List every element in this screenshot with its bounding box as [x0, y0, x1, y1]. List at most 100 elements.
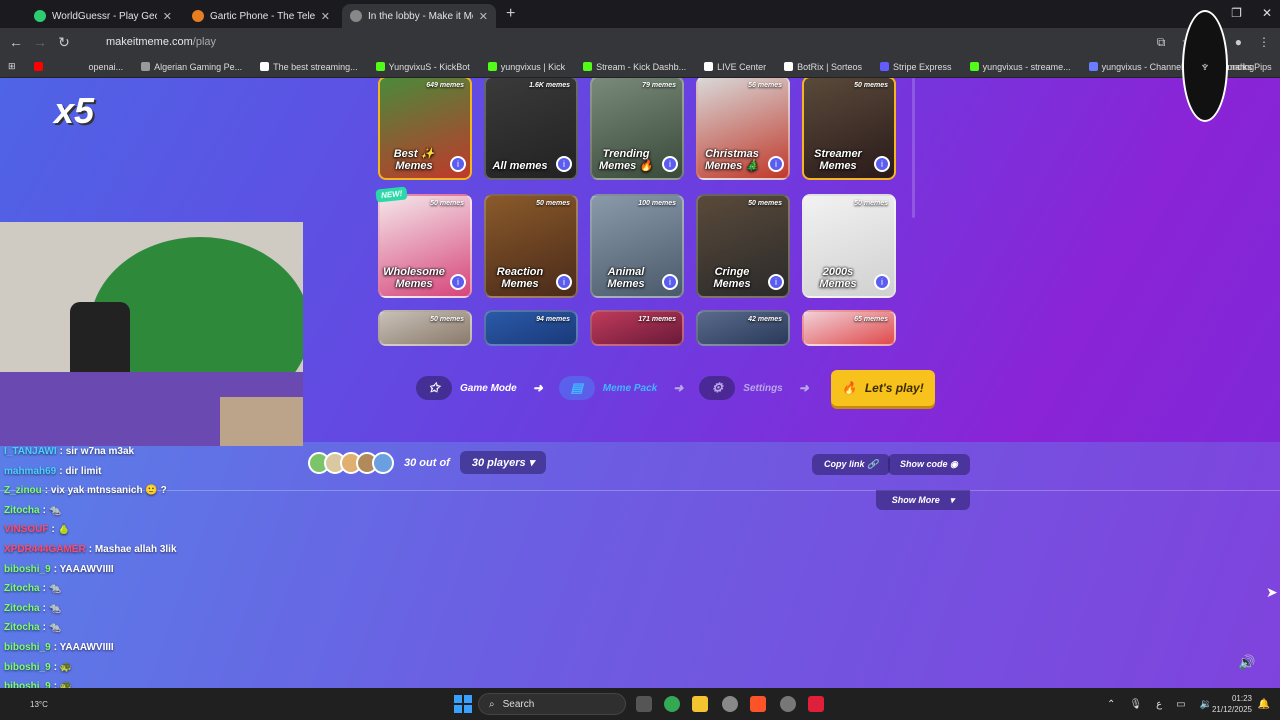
card-2000s-memes[interactable]: 50 memes 2000s Memes i [802, 194, 896, 298]
bookmark-openai[interactable]: openai... [89, 62, 124, 72]
windows-start-icon[interactable] [454, 695, 472, 713]
tab-gartic-phone[interactable]: Gartic Phone - The Telephone G ✕ [184, 4, 338, 28]
copy-link-button[interactable]: Copy link 🔗 [812, 454, 891, 475]
player-limit-select[interactable]: 30 players ▾ [459, 451, 547, 474]
info-icon[interactable]: i [450, 274, 466, 290]
tab-make-it-meme[interactable]: In the lobby - Make it Meme ✕ [342, 4, 496, 28]
chat-username[interactable]: XPDR444GAMER [4, 544, 86, 555]
close-tab-icon[interactable]: ✕ [321, 10, 330, 23]
video-player-icon[interactable] [808, 696, 824, 712]
youtube-bookmark-icon[interactable] [33, 62, 43, 71]
chat-text: YAAAWVIIII [59, 563, 114, 575]
card-best-memes[interactable]: 649 memes Best ✨ Memes i [378, 78, 472, 180]
card-all-memes[interactable]: 1.6K memes All memes i [484, 78, 578, 180]
info-icon[interactable]: i [662, 274, 678, 290]
forward-icon[interactable]: → [28, 34, 52, 50]
card-christmas-memes[interactable]: 56 memes Christmas Memes 🎄 i [696, 78, 790, 180]
close-tab-icon[interactable]: ✕ [163, 10, 172, 23]
date: 21/12/2025 [1211, 705, 1252, 714]
show-code-button[interactable]: Show code ◉ [888, 454, 970, 475]
chat-username[interactable]: Zitocha [4, 583, 40, 594]
chat-username[interactable]: Zitocha [4, 603, 40, 614]
microphone-icon[interactable]: 🎙 [1129, 699, 1142, 710]
bookmark-live-center[interactable]: LIVE Center [704, 62, 766, 72]
apps-grid-icon[interactable]: ⊞ [8, 61, 16, 72]
speaker-icon[interactable]: 🔊 [1238, 654, 1255, 671]
task-view-icon[interactable] [636, 696, 652, 712]
card-reaction-memes[interactable]: 50 memes Reaction Memes i [484, 194, 578, 298]
language-icon[interactable]: ع [1156, 699, 1162, 710]
info-icon[interactable]: i [874, 274, 890, 290]
app-icon[interactable] [780, 696, 796, 712]
info-icon[interactable]: i [556, 274, 572, 290]
bookmark-botrix[interactable]: BotRix | Sorteos [784, 62, 862, 72]
step-meme-pack[interactable]: ▤ Meme Pack [558, 376, 657, 400]
card-pack[interactable]: 50 memes [378, 310, 472, 346]
chat-username[interactable]: Zitocha [4, 622, 40, 633]
chat-username[interactable]: biboshi_9 [4, 642, 51, 653]
chevron-up-icon[interactable]: ⌃ [1107, 699, 1115, 710]
bookmark-channel[interactable]: yungvixus - Channel... [1088, 61, 1191, 72]
card-pack[interactable]: 42 memes [696, 310, 790, 346]
card-pack[interactable]: 171 memes [590, 310, 684, 346]
card-wholesome-memes[interactable]: 50 memes Wholesome Memes i [378, 194, 472, 298]
bookmark-algerian-gaming[interactable]: Algerian Gaming Pe... [141, 62, 242, 72]
tab-worldguessr[interactable]: WorldGuessr - Play Geoguessr ✕ [26, 4, 180, 28]
chat-username[interactable]: biboshi_9 [4, 564, 51, 575]
info-icon[interactable]: i [662, 156, 678, 172]
close-tab-icon[interactable]: ✕ [479, 10, 488, 23]
scrollbar[interactable] [912, 78, 915, 218]
notification-icon[interactable]: 🔔 [1258, 699, 1270, 710]
meme-pack-label: All memes [492, 160, 548, 172]
bookmark-label: yungvixus - Channel... [1101, 61, 1191, 72]
reload-icon[interactable]: ↻ [52, 34, 76, 51]
step-game-mode[interactable]: ✩ Game Mode [416, 376, 517, 400]
info-icon[interactable]: i [768, 156, 784, 172]
bookmark-kick[interactable]: yungvixus | Kick [487, 62, 565, 72]
app-icon[interactable] [722, 696, 738, 712]
chat-username[interactable]: biboshi_9 [4, 662, 51, 673]
maximize-icon[interactable]: ❐ [1231, 6, 1242, 20]
lets-play-button[interactable]: 🔥 Let's play! [830, 370, 935, 406]
info-icon[interactable]: i [556, 156, 572, 172]
card-trending-memes[interactable]: 79 memes Trending Memes 🔥 i [590, 78, 684, 180]
brave-icon[interactable] [750, 696, 766, 712]
volume-icon[interactable]: 🔉 [1200, 699, 1212, 710]
chat-username[interactable]: I_TANJAWI [4, 446, 57, 457]
info-icon[interactable]: i [450, 156, 466, 172]
new-tab-icon[interactable]: + [506, 5, 515, 23]
card-animal-memes[interactable]: 100 memes Animal Memes i [590, 194, 684, 298]
clock[interactable]: 01:23 21/12/2025 [1212, 693, 1252, 715]
back-icon[interactable]: ← [4, 34, 28, 50]
bookmark-kick-dashboard[interactable]: Stream - Kick Dashb... [583, 62, 686, 72]
chat-username[interactable]: VINSOUF [4, 524, 48, 535]
file-explorer-icon[interactable] [692, 696, 708, 712]
close-window-icon[interactable]: ✕ [1262, 6, 1272, 20]
card-pack[interactable]: 94 memes [484, 310, 578, 346]
taskbar-search[interactable]: ⌕ Search [478, 693, 626, 715]
bookmark-streaming[interactable]: The best streaming... [260, 62, 358, 72]
chat-username[interactable]: Zitocha [4, 505, 40, 516]
bookmark-stripe[interactable]: Stripe Express [880, 62, 952, 72]
chat-username[interactable]: mahmah69 [4, 466, 56, 477]
tab-title: WorldGuessr - Play Geoguessr [52, 10, 157, 22]
install-app-icon[interactable]: ⧉ [1157, 35, 1166, 50]
bookmark-streamer[interactable]: yungvixus - streame... [969, 62, 1071, 72]
arrow-right-icon: ➜ [673, 381, 684, 395]
menu-kebab-icon[interactable]: ⋮ [1258, 35, 1270, 50]
bookmark-kickbot[interactable]: YungvixuS - KickBot [375, 62, 470, 72]
info-icon[interactable]: i [768, 274, 784, 290]
info-icon[interactable]: i [874, 156, 890, 172]
step-settings[interactable]: ⚙ Settings [699, 376, 783, 400]
chat-username[interactable]: Z_zinou [4, 485, 42, 496]
avatar [372, 451, 394, 474]
weather-widget[interactable]: 13°C [30, 700, 48, 709]
card-cringe-memes[interactable]: 50 memes Cringe Memes i [696, 194, 790, 298]
profile-avatar-icon[interactable]: ● [1235, 35, 1242, 50]
card-streamer-memes[interactable]: 50 memes Streamer Memes i [802, 78, 896, 180]
chrome-icon[interactable] [664, 696, 680, 712]
network-icon[interactable]: ▭ [1176, 699, 1185, 710]
show-more-button[interactable]: Show More ▾ [876, 490, 970, 510]
url-field[interactable]: makeitmeme.com/play [106, 36, 216, 48]
card-pack[interactable]: 65 memes [802, 310, 896, 346]
